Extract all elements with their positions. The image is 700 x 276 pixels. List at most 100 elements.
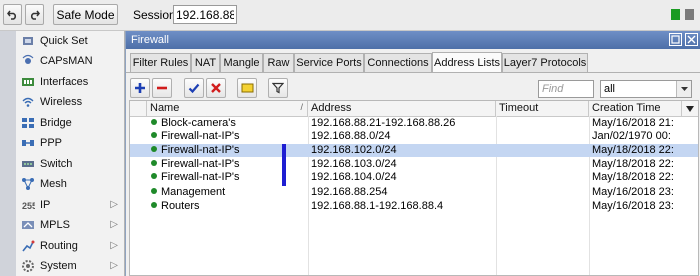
- mpls-icon: [21, 218, 35, 232]
- row-address: 192.168.88.21-192.168.88.26: [311, 117, 456, 129]
- submenu-arrow-icon: ▷: [110, 219, 118, 230]
- dropdown-arrow-icon: [676, 81, 691, 97]
- sidebar-item-label: MPLS: [40, 219, 70, 231]
- capsman-icon: [21, 54, 35, 68]
- close-button[interactable]: [685, 33, 698, 46]
- enable-icon: [188, 83, 200, 94]
- row-name: Block-camera's: [151, 117, 306, 130]
- sidebar-item-mpls[interactable]: MPLS ▷: [16, 215, 124, 235]
- enabled-dot-icon: [151, 146, 157, 152]
- enable-button[interactable]: [184, 78, 204, 98]
- session-input[interactable]: [173, 5, 237, 24]
- table-row[interactable]: Firewall-nat-IP's 192.168.104.0/24 May/1…: [130, 171, 698, 184]
- table-header: Name / Address Timeout Creation Time: [130, 101, 698, 117]
- column-menu-button[interactable]: [682, 101, 698, 116]
- sidebar-item-label: Switch: [40, 158, 73, 170]
- tab-nat[interactable]: NAT: [191, 53, 220, 72]
- sidebar-item-system[interactable]: System ▷: [16, 256, 124, 276]
- sidebar-item-wireless[interactable]: Wireless: [16, 92, 124, 112]
- add-icon: [135, 83, 145, 93]
- row-timeout: [499, 130, 587, 143]
- tab-service-ports[interactable]: Service Ports: [294, 53, 364, 72]
- sidebar-item-label: CAPsMAN: [40, 55, 93, 67]
- column-header-name[interactable]: Name /: [147, 101, 308, 116]
- table-row[interactable]: Block-camera's 192.168.88.21-192.168.88.…: [130, 117, 698, 130]
- tab-raw[interactable]: Raw: [263, 53, 294, 72]
- sidebar-item-label: System: [40, 260, 77, 272]
- tab-mangle[interactable]: Mangle: [220, 53, 263, 72]
- column-header-label: Timeout: [499, 102, 539, 114]
- find-input[interactable]: [538, 80, 594, 98]
- sidebar-item-mesh[interactable]: Mesh: [16, 174, 124, 194]
- sidebar-item-label: PPP: [40, 137, 63, 149]
- column-header-label: Creation Time: [592, 102, 661, 114]
- sidebar-item-capsman[interactable]: CAPsMAN: [16, 51, 124, 71]
- table-row[interactable]: Firewall-nat-IP's 192.168.88.0/24 Jan/02…: [130, 130, 698, 143]
- column-header-timeout[interactable]: Timeout: [496, 101, 589, 116]
- comment-button[interactable]: [237, 78, 257, 98]
- row-name: Firewall-nat-IP's: [151, 130, 306, 143]
- table-row-selected[interactable]: Firewall-nat-IP's 192.168.102.0/24 May/1…: [130, 144, 698, 157]
- sidebar-item-ppp[interactable]: PPP: [16, 133, 124, 153]
- row-address: 192.168.102.0/24: [311, 144, 397, 156]
- sidebar-item-ip[interactable]: 255 IP ▷: [16, 195, 124, 215]
- routing-icon: [21, 239, 35, 253]
- column-header-address[interactable]: Address: [308, 101, 496, 116]
- row-timeout: [499, 200, 587, 213]
- table-row[interactable]: Routers 192.168.88.1-192.168.88.4 May/16…: [130, 200, 698, 213]
- enabled-dot-icon: [151, 160, 157, 166]
- sidebar-item-bridge[interactable]: Bridge: [16, 113, 124, 133]
- tab-address-lists[interactable]: Address Lists: [432, 52, 502, 73]
- filter-icon: [272, 82, 284, 94]
- safe-mode-button[interactable]: Safe Mode: [53, 4, 118, 25]
- sidebar-item-switch[interactable]: Switch: [16, 154, 124, 174]
- maximize-icon: [671, 35, 680, 44]
- filter-select-value: all: [604, 83, 616, 95]
- sidebar-item-label: Quick Set: [40, 35, 88, 47]
- address-list-table: Name / Address Timeout Creation Time Blo…: [129, 100, 699, 276]
- ip-icon: 255: [21, 198, 35, 212]
- redo-icon: [31, 10, 40, 20]
- bridge-icon: [21, 116, 35, 130]
- sidebar-item-label: Wireless: [40, 96, 83, 108]
- comment-icon: [241, 83, 253, 93]
- sidebar-item-routing[interactable]: Routing ▷: [16, 236, 124, 256]
- tab-connections[interactable]: Connections: [364, 53, 432, 72]
- tab-filter-rules[interactable]: Filter Rules: [130, 53, 191, 72]
- disable-button[interactable]: [206, 78, 226, 98]
- row-timeout: [499, 158, 587, 171]
- undo-button[interactable]: [3, 4, 22, 25]
- filter-select[interactable]: all: [600, 80, 692, 98]
- table-row[interactable]: Firewall-nat-IP's 192.168.103.0/24 May/1…: [130, 158, 698, 171]
- mesh-icon: [21, 177, 35, 191]
- sort-indicator-icon: /: [300, 102, 303, 112]
- maximize-button[interactable]: [669, 33, 682, 46]
- row-timeout: [499, 171, 587, 184]
- enabled-dot-icon: [151, 202, 157, 208]
- column-header-creation-time[interactable]: Creation Time: [589, 101, 682, 116]
- row-creation-time: May/18/2018 22:: [592, 144, 674, 156]
- tab-layer7-protocols[interactable]: Layer7 Protocols: [502, 53, 588, 72]
- sidebar-item-label: Bridge: [40, 117, 72, 129]
- row-timeout: [499, 117, 587, 130]
- disable-icon: [211, 83, 221, 93]
- table-row[interactable]: Management 192.168.88.254 May/16/2018 23…: [130, 186, 698, 199]
- submenu-arrow-icon: ▷: [110, 199, 118, 210]
- sidebar-item-interfaces[interactable]: Interfaces: [16, 72, 124, 92]
- close-icon: [687, 35, 696, 44]
- annotation-marker: [282, 144, 286, 186]
- main-toolbar: Safe Mode Session:: [0, 0, 700, 31]
- sidebar-item-quick-set[interactable]: Quick Set: [16, 31, 124, 51]
- filter-button[interactable]: [268, 78, 288, 98]
- column-header-label: Name: [150, 102, 180, 114]
- remove-button[interactable]: [152, 78, 172, 98]
- wireless-icon: [21, 95, 35, 109]
- window-titlebar[interactable]: Firewall: [126, 31, 700, 49]
- add-button[interactable]: [130, 78, 150, 98]
- enabled-dot-icon: [151, 188, 157, 194]
- row-address: 192.168.103.0/24: [311, 158, 397, 170]
- row-creation-time: May/16/2018 23:: [592, 200, 674, 212]
- sidebar: Quick Set CAPsMAN Interfaces Wireless Br…: [16, 31, 125, 276]
- redo-button[interactable]: [25, 4, 44, 25]
- sidebar-item-label: Routing: [40, 240, 78, 252]
